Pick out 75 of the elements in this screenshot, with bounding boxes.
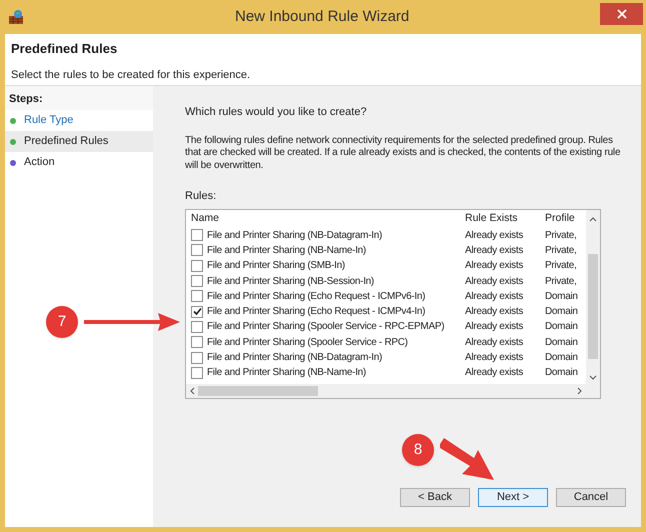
rule-name: File and Printer Sharing (Echo Request - ICMPv4-In) (207, 305, 426, 320)
rule-exists: Already exists (465, 274, 524, 289)
rules-label: Rules: (185, 189, 218, 204)
checkbox[interactable] (191, 320, 203, 333)
rule-exists: Already exists (465, 305, 524, 320)
checkbox[interactable] (191, 244, 203, 256)
rule-profile: Domain (545, 290, 579, 304)
firewall-icon (8, 9, 24, 25)
check-icon (192, 307, 202, 316)
column-header[interactable]: Rule Exists (465, 210, 545, 226)
step-item[interactable]: Predefined Rules (5, 131, 153, 152)
rule-exists: Already exists (465, 259, 524, 274)
rule-profile: Domain (545, 351, 579, 366)
wizard-button[interactable]: Next > (478, 488, 548, 507)
rule-exists: Already exists (465, 244, 524, 258)
rule-exists: Already exists (465, 290, 524, 304)
rule-profile: Domain (545, 336, 579, 350)
question-text: Which rules would you like to create? (185, 105, 368, 120)
rule-row[interactable]: File and Printer Sharing (NB-Datagram-In) Already exists Domain (186, 350, 586, 366)
rule-name: File and Printer Sharing (NB-Name-In) (207, 244, 366, 258)
rule-exists: Already exists (465, 228, 524, 243)
steps-heading: Steps: (5, 86, 153, 110)
rule-profile: Private, (545, 228, 578, 243)
checkbox[interactable] (191, 336, 203, 348)
checkbox[interactable] (191, 260, 203, 272)
rule-name: File and Printer Sharing (NB-Name-In) (207, 366, 366, 380)
rule-profile: Private, (545, 244, 578, 258)
rule-exists: Already exists (465, 336, 524, 350)
rule-row[interactable]: File and Printer Sharing (SMB-In) Already exists Private, (186, 258, 586, 274)
rule-row[interactable]: File and Printer Sharing (Echo Request - ICMPv4-In) Already exists Domain (186, 304, 586, 320)
wizard-button[interactable]: < Back (400, 488, 470, 507)
checkbox[interactable] (191, 290, 203, 302)
rule-row[interactable]: File and Printer Sharing (Spooler Service - RPC) Already exists Domain (186, 334, 586, 350)
horizontal-scrollbar[interactable] (186, 384, 600, 398)
scroll-thumb[interactable] (198, 386, 318, 396)
rule-row[interactable]: File and Printer Sharing (Spooler Service - RPC-EPMAP) Already exists Domain (186, 319, 586, 335)
rule-row[interactable]: File and Printer Sharing (NB-Name-In) Already exists Domain (186, 365, 586, 380)
rule-name: File and Printer Sharing (Spooler Service - RPC-EPMAP) (207, 320, 444, 334)
checkbox[interactable] (191, 366, 203, 379)
window-title: New Inbound Rule Wizard (235, 6, 410, 27)
column-header[interactable]: Name (186, 210, 465, 226)
rule-row[interactable]: File and Printer Sharing (NB-Session-In) Already exists Private, (186, 273, 586, 289)
rule-name: File and Printer Sharing (NB-Datagram-In) (207, 351, 382, 366)
rule-row[interactable]: File and Printer Sharing (Echo Request - ICMPv6-In) Already exists Domain (186, 288, 586, 304)
column-header[interactable]: Profile (545, 210, 583, 226)
step-label: Action (24, 155, 55, 170)
rule-row[interactable]: File and Printer Sharing (NB-Name-In) Already exists Private, (186, 242, 586, 258)
checkbox[interactable] (191, 229, 203, 242)
rule-exists: Already exists (465, 351, 524, 366)
rule-name: File and Printer Sharing (Spooler Service - RPC) (207, 336, 408, 350)
rule-row[interactable]: File and Printer Sharing (NB-Datagram-In) Already exists Private, (186, 228, 586, 243)
checkbox[interactable] (191, 275, 203, 288)
rule-name: File and Printer Sharing (NB-Datagram-In) (207, 228, 382, 243)
description-text: The following rules define network connectivity requirements for the selected predefined group. Rules that are checked will be created. If a rule already exists and is checked, the contents of the existing rule will be overwritten. (185, 134, 622, 172)
wizard-button[interactable]: Cancel (556, 488, 626, 507)
step-label: Predefined Rules (24, 134, 108, 150)
rule-profile: Private, (545, 274, 578, 289)
rule-profile: Domain (545, 320, 579, 334)
checkbox[interactable] (191, 352, 203, 364)
step-label: Rule Type (24, 113, 74, 128)
rule-name: File and Printer Sharing (NB-Session-In) (207, 274, 374, 289)
close-button[interactable] (600, 3, 643, 25)
vertical-scrollbar[interactable] (586, 210, 600, 384)
rule-exists: Already exists (465, 320, 524, 334)
rule-profile: Domain (545, 366, 579, 380)
rule-name: File and Printer Sharing (SMB-In) (207, 259, 345, 274)
page-title: Predefined Rules (11, 40, 118, 58)
rule-profile: Private, (545, 259, 578, 274)
rule-name: File and Printer Sharing (Echo Request - ICMPv6-In) (207, 290, 426, 304)
rule-profile: Domain (545, 305, 579, 320)
checkbox[interactable] (191, 306, 203, 318)
rule-exists: Already exists (465, 366, 524, 380)
page-subtitle: Select the rules to be created for this experience. (11, 68, 252, 82)
scroll-thumb[interactable] (588, 254, 598, 358)
close-icon (616, 9, 626, 19)
